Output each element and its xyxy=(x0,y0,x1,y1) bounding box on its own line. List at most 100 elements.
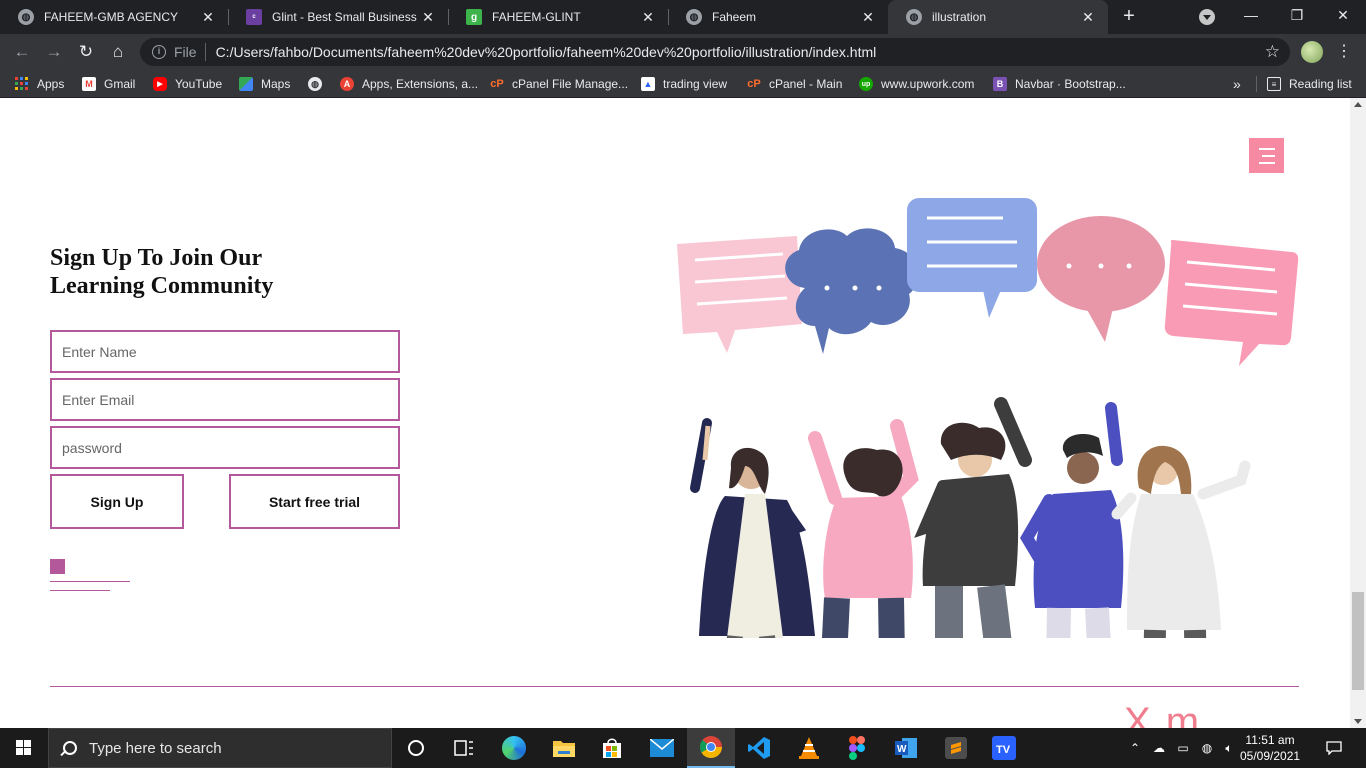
network-icon[interactable]: ◍ xyxy=(1196,728,1218,768)
mail-icon[interactable] xyxy=(638,728,686,768)
bookmark-label: Apps xyxy=(37,77,65,91)
name-input[interactable] xyxy=(50,330,400,373)
bookmark-cpanel-main[interactable]: cP cPanel - Main xyxy=(747,70,842,98)
bookmark-label: cPanel - Main xyxy=(769,77,843,91)
system-clock[interactable]: 11:51 am 05/09/2021 xyxy=(1240,732,1300,764)
reading-list[interactable]: ≡ Reading list xyxy=(1267,70,1352,98)
close-icon[interactable]: ✕ xyxy=(200,9,216,25)
bookmarks-overflow-button[interactable]: » xyxy=(1233,70,1241,98)
file-explorer-icon[interactable] xyxy=(540,728,588,768)
signup-heading: Sign Up To Join Our Learning Community xyxy=(50,244,350,300)
close-icon[interactable]: ✕ xyxy=(860,9,876,25)
show-hidden-icons[interactable]: ⌃ xyxy=(1126,728,1144,768)
bookmark-label: www.upwork.com xyxy=(881,77,975,91)
bookmark-label: Maps xyxy=(261,77,291,91)
tab-glint[interactable]: c Glint - Best Small Business W ✕ xyxy=(228,0,448,34)
start-button[interactable] xyxy=(0,728,48,768)
edge-icon[interactable] xyxy=(490,728,538,768)
tab-search-icon[interactable] xyxy=(1199,9,1215,25)
svg-text:W: W xyxy=(897,744,907,755)
bookmark-label: cPanel File Manage... xyxy=(512,77,629,91)
start-free-trial-button[interactable]: Start free trial xyxy=(229,474,400,529)
tab-faheem-glint[interactable]: g FAHEEM-GLINT ✕ xyxy=(448,0,668,34)
bookmark-label: YouTube xyxy=(175,77,223,91)
tab-faheem-gmb-agency[interactable]: ◍ FAHEEM-GMB AGENCY ✕ xyxy=(0,0,228,34)
reload-icon[interactable]: ↻ xyxy=(74,40,98,64)
bookmark-star-icon[interactable]: ☆ xyxy=(1265,42,1280,62)
password-input[interactable] xyxy=(50,426,400,469)
bootstrap-icon: B xyxy=(993,77,1007,91)
decorative-line xyxy=(50,581,130,582)
tab-faheem[interactable]: ◍ Faheem ✕ xyxy=(668,0,888,34)
scroll-thumb[interactable] xyxy=(1352,592,1364,690)
store-icon[interactable] xyxy=(588,728,636,768)
decorative-square xyxy=(50,559,65,574)
sign-up-button[interactable]: Sign Up xyxy=(50,474,184,529)
minimize-button[interactable]: — xyxy=(1228,0,1274,30)
speech-bubble-cloud xyxy=(785,228,919,354)
forward-icon[interactable]: → xyxy=(42,40,66,64)
email-input[interactable] xyxy=(50,378,400,421)
globe-icon: ◍ xyxy=(308,77,322,91)
back-icon[interactable]: ← xyxy=(10,40,34,64)
tradingview-icon: ▲ xyxy=(641,77,655,91)
bookmark-extensions[interactable]: A Apps, Extensions, a... xyxy=(340,70,478,98)
bookmarks-divider xyxy=(1256,76,1257,92)
home-icon[interactable]: ⌂ xyxy=(106,40,130,64)
profile-avatar[interactable] xyxy=(1301,41,1323,63)
bookmark-gmail[interactable]: M Gmail xyxy=(82,70,135,98)
bookmark-upwork[interactable]: up www.upwork.com xyxy=(859,70,974,98)
search-icon xyxy=(63,741,77,755)
info-icon[interactable]: i xyxy=(152,45,166,59)
speech-bubble-pink-left xyxy=(677,236,802,353)
menu-kebab-icon[interactable]: ⋮ xyxy=(1336,40,1352,64)
tab-illustration[interactable]: ◍ illustration ✕ xyxy=(888,0,1108,34)
taskbar-search-input[interactable] xyxy=(89,739,369,757)
bookmark-bootstrap[interactable]: B Navbar · Bootstrap... xyxy=(993,70,1126,98)
tradingview-icon[interactable]: TV xyxy=(980,728,1028,768)
scroll-down-icon[interactable] xyxy=(1354,719,1362,724)
scroll-up-icon[interactable] xyxy=(1354,102,1362,107)
vlc-icon[interactable] xyxy=(785,728,833,768)
person-pink-sweater xyxy=(808,419,919,638)
page-scrollbar[interactable] xyxy=(1350,98,1366,728)
bookmark-cpanel-file[interactable]: cP cPanel File Manage... xyxy=(490,70,628,98)
bookmark-apps[interactable]: Apps xyxy=(15,70,64,98)
globe-icon: ◍ xyxy=(18,9,34,25)
apps-grid-icon xyxy=(15,77,29,91)
sublime-icon[interactable] xyxy=(932,728,980,768)
person-dark-sweater xyxy=(914,397,1032,638)
tab-title: FAHEEM-GMB AGENCY xyxy=(44,10,179,24)
taskbar-search[interactable] xyxy=(48,728,392,768)
close-icon[interactable]: ✕ xyxy=(640,9,656,25)
speech-bubble-oval xyxy=(1037,216,1165,342)
chrome-icon[interactable] xyxy=(687,728,735,768)
onedrive-icon[interactable]: ☁ xyxy=(1148,728,1170,768)
new-tab-button[interactable]: + xyxy=(1117,5,1141,29)
battery-icon[interactable]: ▭ xyxy=(1172,728,1194,768)
bookmark-globe[interactable]: ◍ xyxy=(308,70,330,98)
close-icon[interactable]: ✕ xyxy=(420,9,436,25)
close-icon[interactable]: ✕ xyxy=(1080,9,1096,25)
address-bar[interactable]: i File C:/Users/fahbo/Documents/faheem%2… xyxy=(140,38,1290,66)
hamburger-menu-button[interactable] xyxy=(1249,138,1284,173)
cortana-icon[interactable] xyxy=(392,728,440,768)
word-icon[interactable]: W xyxy=(882,728,930,768)
volume-icon[interactable]: 🔈︎ xyxy=(1218,728,1240,768)
restore-button[interactable]: ❐ xyxy=(1274,0,1320,30)
bookmark-maps[interactable]: Maps xyxy=(239,70,290,98)
heading-line-1: Sign Up To Join Our xyxy=(50,245,263,271)
g-icon: g xyxy=(466,9,482,25)
bookmark-youtube[interactable]: ▶ YouTube xyxy=(153,70,222,98)
notifications-icon[interactable] xyxy=(1318,728,1350,768)
url-text[interactable]: C:/Users/fahbo/Documents/faheem%20dev%20… xyxy=(216,44,1265,60)
vscode-icon[interactable] xyxy=(735,728,783,768)
address-divider xyxy=(204,43,206,61)
window-close-button[interactable]: ✕ xyxy=(1320,0,1366,30)
bookmark-label: Gmail xyxy=(104,77,136,91)
bookmarks-bar: Apps M Gmail ▶ YouTube Maps ◍ A Apps, Ex… xyxy=(0,70,1366,98)
bookmark-tradingview[interactable]: ▲ trading view xyxy=(641,70,727,98)
bookmark-label: Navbar · Bootstrap... xyxy=(1015,77,1126,91)
task-view-icon[interactable] xyxy=(440,728,488,768)
figma-icon[interactable] xyxy=(833,728,881,768)
